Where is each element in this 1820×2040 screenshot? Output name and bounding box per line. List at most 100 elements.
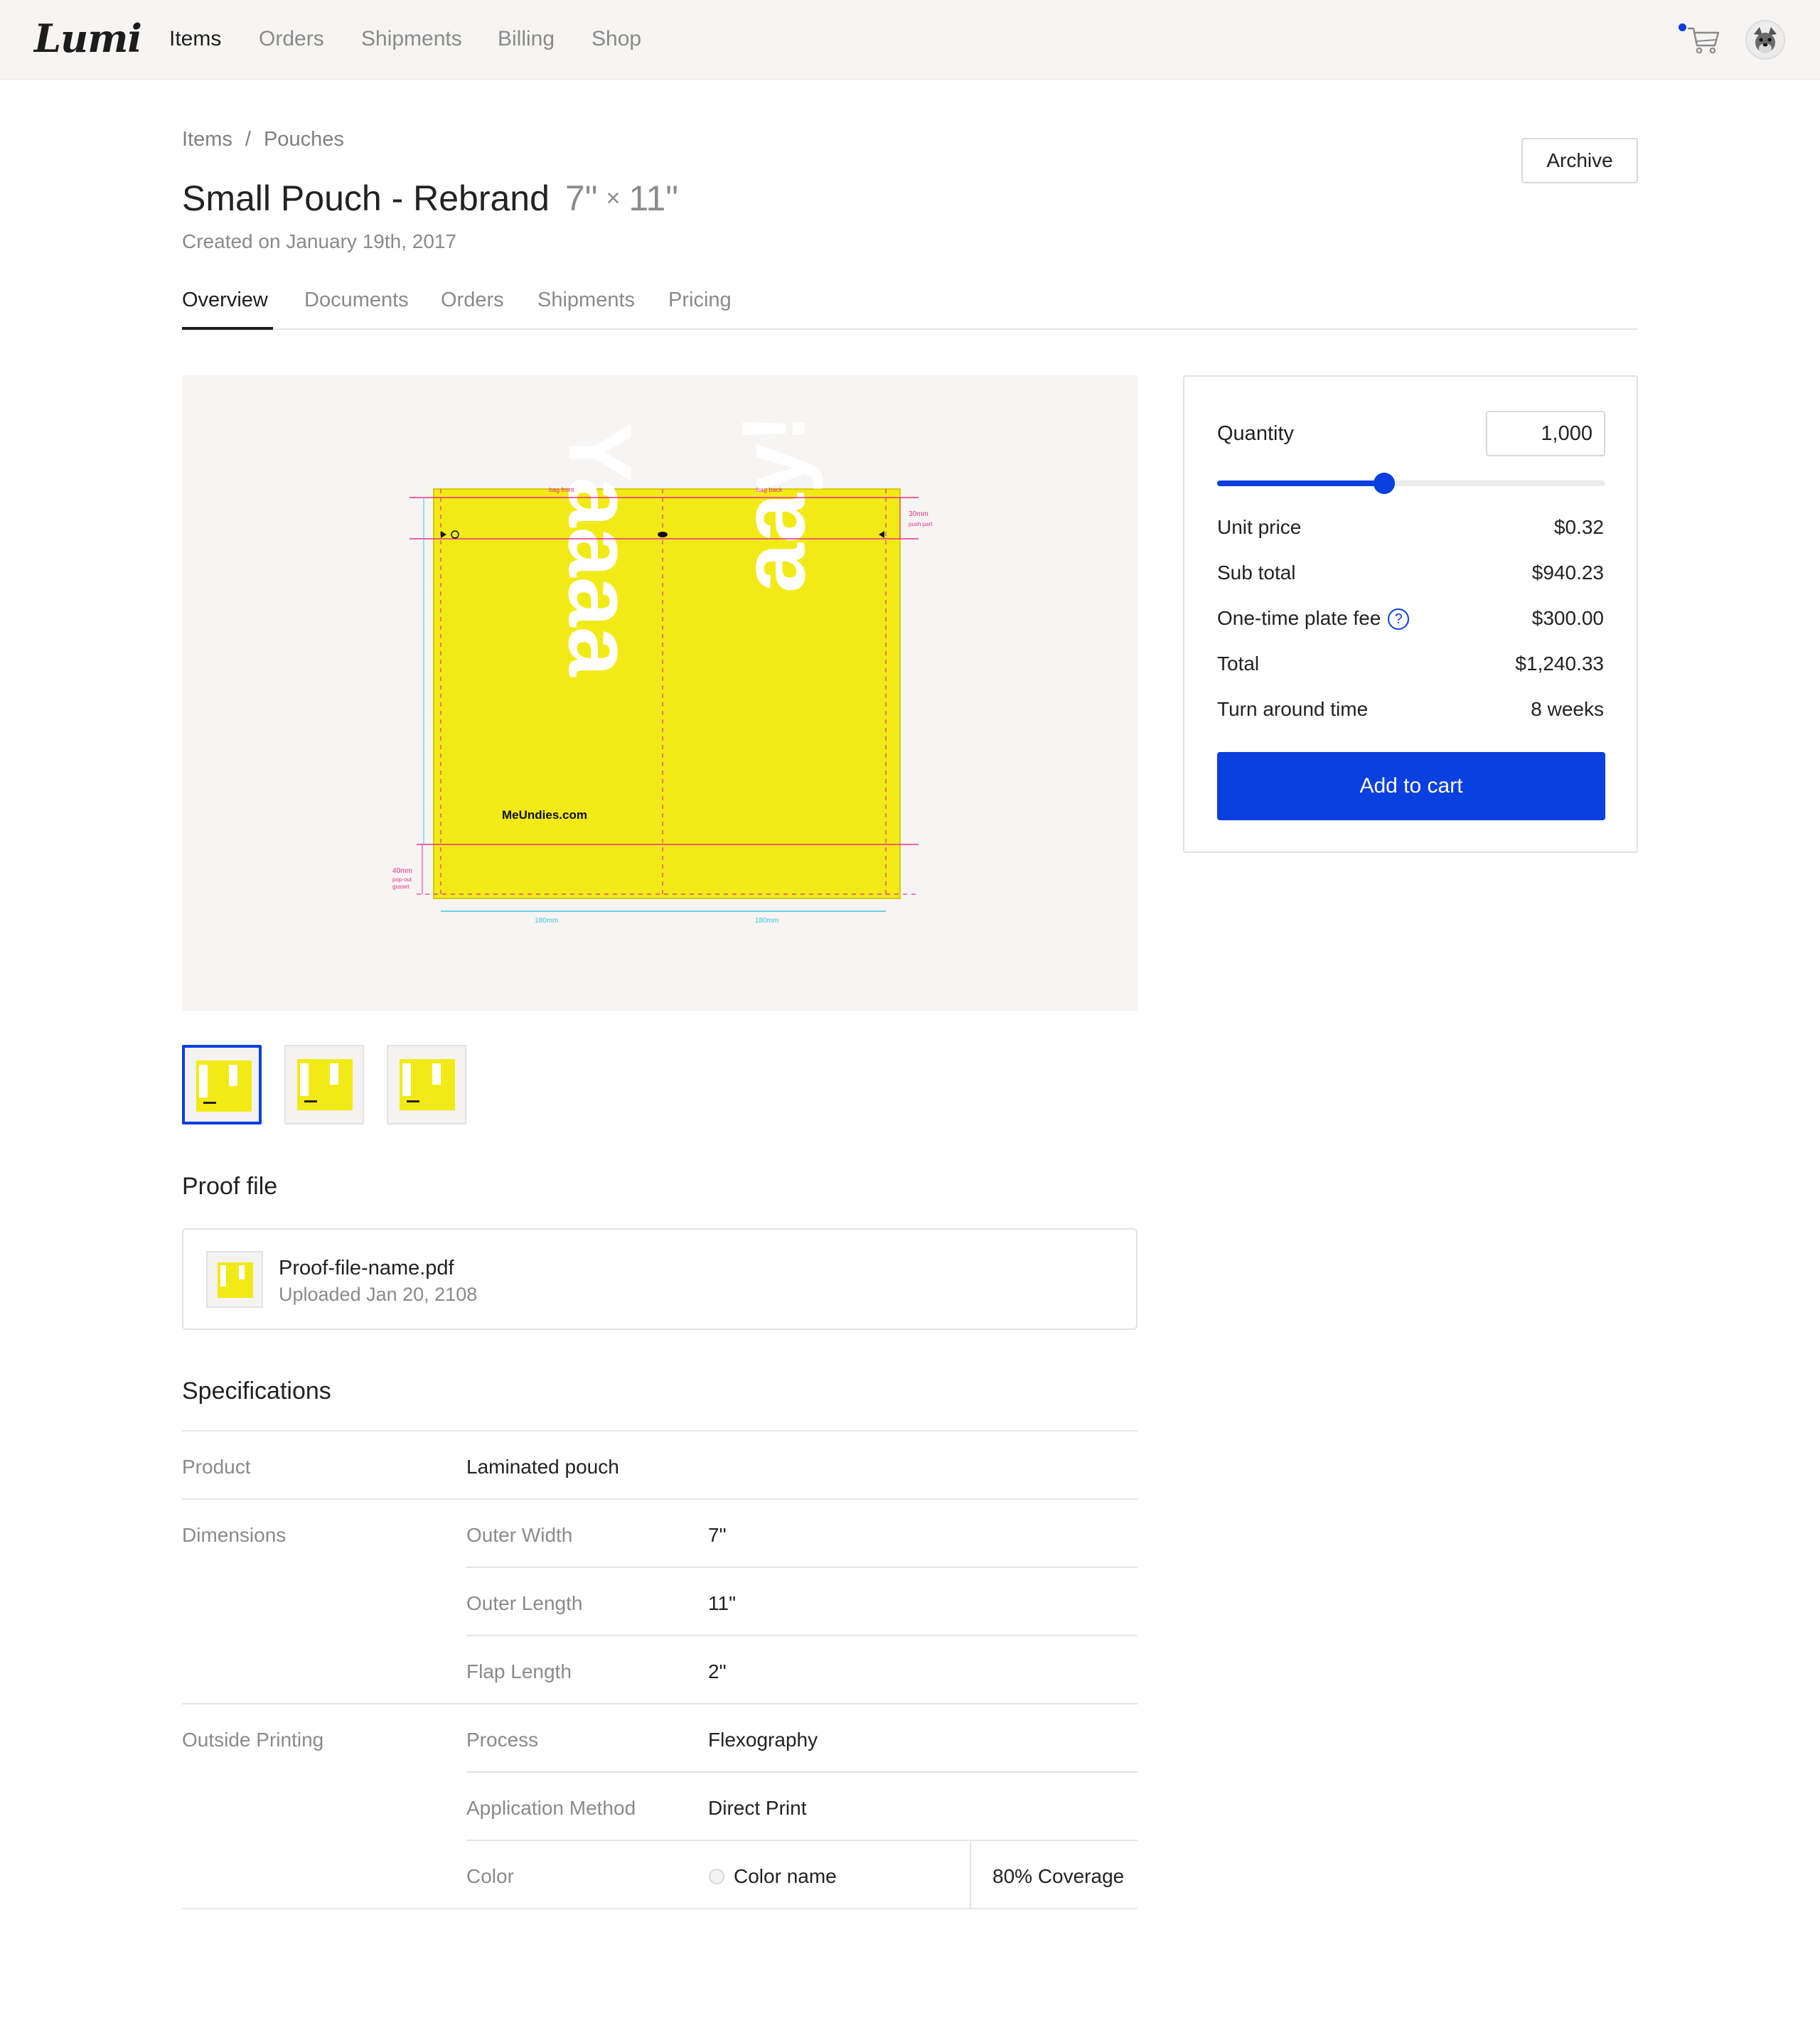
tab-orders[interactable]: Orders xyxy=(441,289,504,312)
back-word: aay! xyxy=(723,414,823,593)
turnaround-value: 8 weeks xyxy=(1531,698,1604,720)
tab-overview[interactable]: Overview xyxy=(182,289,268,312)
center-marker xyxy=(658,532,668,537)
push-part-label: push part xyxy=(909,521,933,527)
spec-outside-printing-label: Outside Printing xyxy=(182,1729,324,1751)
divider xyxy=(466,1840,1138,1841)
quantity-slider-fill xyxy=(1217,481,1384,486)
item-dimensions: 7" × 11" xyxy=(565,178,678,218)
spec-color-label: Color xyxy=(466,1865,514,1887)
created-date: Created on January 19th, 2017 xyxy=(182,230,457,252)
tab-pricing[interactable]: Pricing xyxy=(668,289,732,312)
plate-fee-value: $300.00 xyxy=(1531,607,1604,629)
breadcrumb: Items / Pouches xyxy=(182,128,344,151)
brand-mark: MeUndies.com xyxy=(502,808,587,822)
item-width: 7" xyxy=(564,178,598,218)
subtotal-label: Sub total xyxy=(1217,562,1296,584)
spec-coverage-value: 80% Coverage xyxy=(992,1865,1125,1887)
divider xyxy=(466,1771,1138,1773)
spec-outer-width-value: 7" xyxy=(708,1524,727,1546)
nav-shipments[interactable]: Shipments xyxy=(361,27,462,51)
quantity-slider-handle[interactable] xyxy=(1373,473,1395,494)
lumi-logo[interactable]: Lumi xyxy=(34,16,142,61)
spec-color-value: Color name xyxy=(734,1865,837,1887)
thumbnail-1[interactable] xyxy=(182,1045,262,1124)
spec-process-value: Flexography xyxy=(708,1729,818,1751)
breadcrumb-pouches[interactable]: Pouches xyxy=(264,128,344,151)
spec-application-method-value: Direct Print xyxy=(708,1797,807,1819)
thumbnail-artwork xyxy=(297,1059,353,1110)
divider xyxy=(182,1430,1138,1432)
front-width-label: 180mm xyxy=(535,917,558,925)
archive-button[interactable]: Archive xyxy=(1521,138,1638,183)
front-word: Yaaaa xyxy=(550,422,651,677)
tab-documents[interactable]: Documents xyxy=(304,289,409,312)
thumbnail-2[interactable] xyxy=(284,1045,364,1124)
thumbnail-artwork xyxy=(196,1061,252,1112)
spec-product-value: Laminated pouch xyxy=(466,1456,619,1478)
bag-front-label: bag front xyxy=(549,486,574,493)
proof-upload-date: Uploaded Jan 20, 2108 xyxy=(279,1284,478,1305)
thumbnail-artwork xyxy=(400,1059,455,1110)
proof-file-name[interactable]: Proof-file-name.pdf xyxy=(279,1257,454,1280)
spec-process-label: Process xyxy=(466,1729,539,1751)
shopping-cart-icon[interactable] xyxy=(1686,24,1720,55)
quantity-slider[interactable] xyxy=(1217,473,1605,494)
divider xyxy=(182,1703,1138,1705)
back-width-label: 180mm xyxy=(755,917,778,925)
divider xyxy=(182,1908,1138,1909)
spec-application-method-label: Application Method xyxy=(466,1797,636,1819)
proof-file-thumbnail xyxy=(206,1251,263,1308)
nav-shop[interactable]: Shop xyxy=(592,27,641,51)
times-symbol: × xyxy=(606,185,621,212)
thumbnail-3[interactable] xyxy=(387,1045,466,1124)
item-tabs: Overview Documents Orders Shipments Pric… xyxy=(182,283,1638,330)
total-value: $1,240.33 xyxy=(1515,653,1604,675)
plate-fee-label: One-time plate fee? xyxy=(1217,607,1410,630)
gusset-mm: 40mm xyxy=(392,867,412,875)
pouch-dieline: Yaaaa aay! MeUndies.com bag front bag ba… xyxy=(392,414,933,925)
breadcrumb-items[interactable]: Items xyxy=(182,128,232,151)
proof-file-heading: Proof file xyxy=(182,1173,278,1200)
quantity-label: Quantity xyxy=(1217,422,1294,445)
item-length: 11" xyxy=(628,178,678,218)
pricing-card: Quantity Unit price $0.32 Sub total $940… xyxy=(1183,375,1638,853)
spec-outer-length-label: Outer Length xyxy=(466,1592,583,1614)
spec-outer-width-label: Outer Width xyxy=(466,1524,573,1546)
question-circle-icon[interactable]: ? xyxy=(1388,608,1410,630)
proof-file-card[interactable]: Proof-file-name.pdf Uploaded Jan 20, 210… xyxy=(182,1228,1138,1330)
item-name: Small Pouch - Rebrand xyxy=(182,178,550,218)
divider xyxy=(970,1841,971,1909)
turnaround-label: Turn around time xyxy=(1217,698,1369,720)
divider xyxy=(466,1635,1138,1636)
plate-fee-text: One-time plate fee xyxy=(1217,607,1381,629)
gusset-label-1: pop-out xyxy=(392,876,412,883)
spec-flap-length-value: 2" xyxy=(708,1660,727,1682)
unit-price-value: $0.32 xyxy=(1553,516,1604,538)
add-to-cart-button[interactable]: Add to cart xyxy=(1217,752,1605,820)
page-title: Small Pouch - Rebrand 7" × 11" xyxy=(182,178,678,219)
bag-back-label: bag back xyxy=(756,486,783,493)
specifications-heading: Specifications xyxy=(182,1378,331,1405)
spec-outer-length-value: 11" xyxy=(708,1592,737,1614)
divider xyxy=(182,1498,1138,1500)
user-avatar[interactable] xyxy=(1745,20,1785,60)
pouch-artwork xyxy=(434,489,900,898)
nav-billing[interactable]: Billing xyxy=(498,27,555,51)
unit-price-label: Unit price xyxy=(1217,516,1302,538)
spec-dimensions-label: Dimensions xyxy=(182,1524,287,1546)
tab-shipments[interactable]: Shipments xyxy=(537,289,635,312)
spec-product-label: Product xyxy=(182,1456,251,1478)
breadcrumb-separator: / xyxy=(245,128,251,151)
cart-notification-dot xyxy=(1679,23,1686,31)
nav-items[interactable]: Items xyxy=(169,27,221,51)
spec-flap-length-label: Flap Length xyxy=(466,1660,572,1682)
quantity-input[interactable] xyxy=(1486,411,1605,456)
dog-avatar-icon xyxy=(1747,21,1784,58)
nav-orders[interactable]: Orders xyxy=(259,27,324,51)
total-label: Total xyxy=(1217,653,1260,675)
push-part-mm: 30mm xyxy=(909,510,928,518)
artwork-preview[interactable]: Yaaaa aay! MeUndies.com bag front bag ba… xyxy=(182,375,1138,1011)
color-swatch xyxy=(709,1869,724,1884)
divider xyxy=(466,1567,1138,1568)
